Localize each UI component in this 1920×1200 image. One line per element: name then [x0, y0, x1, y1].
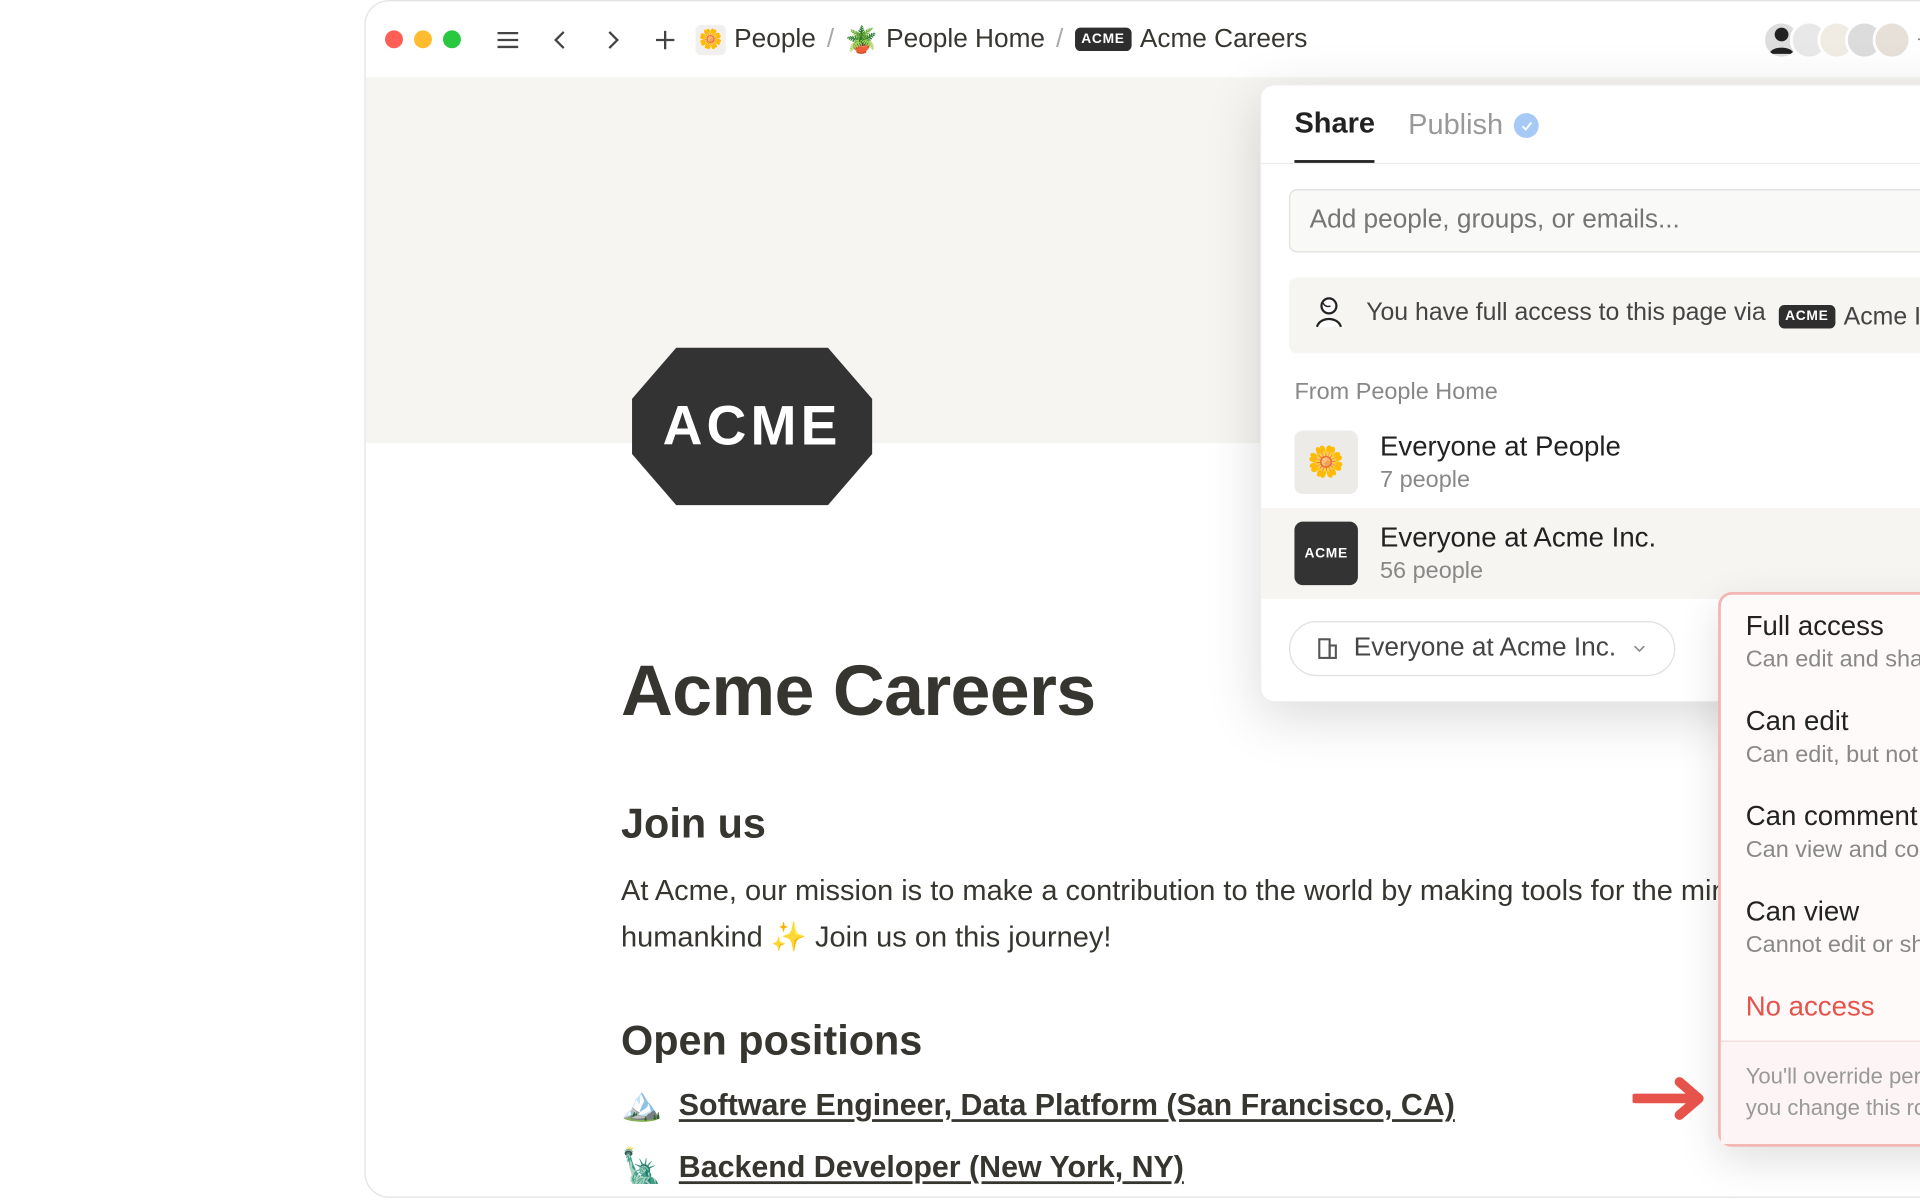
perm-option-can-edit[interactable]: Can edit Can edit, but not share with ot… [1721, 690, 1920, 785]
member-name: Everyone at People [1380, 431, 1621, 463]
published-badge-icon [1514, 113, 1539, 138]
back-icon[interactable] [541, 20, 580, 59]
access-strip: You have full access to this page via AC… [1289, 277, 1920, 353]
member-sub: 7 people [1380, 466, 1621, 494]
user-avatar-icon [1311, 294, 1347, 337]
position-icon: 🗽 [621, 1147, 662, 1187]
member-sub: 56 people [1380, 557, 1656, 585]
perm-option-no-access[interactable]: No access [1721, 976, 1920, 1041]
breadcrumb-seg-2[interactable]: People Home [886, 24, 1045, 54]
app-window: 🌼 People / 🪴 People Home / ACME Acme Car… [364, 0, 1920, 1198]
chevron-down-icon [1630, 639, 1649, 658]
presence-avatars[interactable]: +1 [1773, 20, 1920, 59]
share-member-row[interactable]: 🌼 Everyone at People 7 people Can access [1261, 417, 1920, 508]
plant-icon: 🪴 [845, 23, 878, 56]
tab-share[interactable]: Share [1294, 108, 1375, 163]
window-traffic-lights[interactable] [385, 30, 461, 48]
topbar: 🌼 People / 🪴 People Home / ACME Acme Car… [366, 1, 1920, 77]
member-name: Everyone at Acme Inc. [1380, 522, 1656, 554]
position-row[interactable]: 🗽 Backend Developer (New York, NY) [621, 1147, 1920, 1187]
page-logo: ACME [621, 323, 883, 537]
menu-icon[interactable] [489, 20, 528, 59]
callout-arrow-icon [1633, 1071, 1716, 1133]
building-icon [1315, 636, 1340, 661]
minimize-window-icon[interactable] [414, 30, 432, 48]
position-icon: 🏔️ [621, 1085, 662, 1125]
maximize-window-icon[interactable] [443, 30, 461, 48]
acme-logo-icon: ACME [1778, 304, 1835, 327]
acme-logo-icon: ACME [1074, 28, 1131, 51]
perm-option-can-comment[interactable]: Can comment Can view and comment, but no… [1721, 785, 1920, 880]
copy-to-chip[interactable]: Everyone at Acme Inc. [1289, 621, 1676, 676]
position-link[interactable]: Software Engineer, Data Platform (San Fr… [679, 1087, 1455, 1123]
new-page-icon[interactable] [646, 20, 685, 59]
close-window-icon[interactable] [385, 30, 403, 48]
tab-publish[interactable]: Publish [1408, 108, 1539, 163]
breadcrumb-seg-1[interactable]: People [734, 24, 816, 54]
perm-option-full-access[interactable]: Full access Can edit and share with othe… [1721, 595, 1920, 690]
perm-option-can-view[interactable]: Can view Cannot edit or share with other… [1721, 880, 1920, 975]
teamspace-icon: 🌼 [696, 24, 726, 54]
acme-logo-icon: ACME [1294, 522, 1357, 585]
permission-role-menu: Full access Can edit and share with othe… [1718, 592, 1920, 1147]
permission-override-warning: You'll override permissions from the par… [1721, 1041, 1920, 1145]
breadcrumb-seg-3[interactable]: Acme Careers [1140, 24, 1308, 54]
avatar[interactable] [1873, 20, 1912, 59]
forward-icon[interactable] [593, 20, 632, 59]
svg-text:ACME: ACME [663, 394, 842, 456]
inherited-section-label: From People Home [1261, 373, 1920, 417]
share-member-row[interactable]: ACME Everyone at Acme Inc. 56 people Ful… [1261, 508, 1920, 599]
teamspace-icon: 🌼 [1294, 431, 1357, 494]
invite-input[interactable] [1289, 189, 1920, 252]
breadcrumb: 🌼 People / 🪴 People Home / ACME Acme Car… [696, 23, 1308, 56]
position-link[interactable]: Backend Developer (New York, NY) [679, 1149, 1184, 1185]
